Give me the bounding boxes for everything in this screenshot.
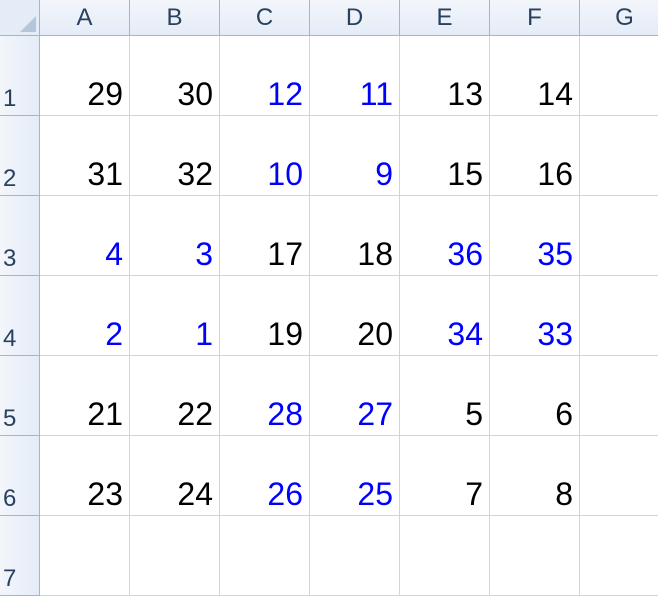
cell-f1[interactable]: 14 <box>490 36 580 116</box>
cell-a2[interactable]: 31 <box>40 116 130 196</box>
cell-e1[interactable]: 13 <box>400 36 490 116</box>
cell-b6[interactable]: 24 <box>130 436 220 516</box>
cell-c4[interactable]: 19 <box>220 276 310 356</box>
cell-d6[interactable]: 25 <box>310 436 400 516</box>
cell-f5[interactable]: 6 <box>490 356 580 436</box>
cell-g4[interactable] <box>580 276 658 356</box>
cell-e4[interactable]: 34 <box>400 276 490 356</box>
column-header-g[interactable]: G <box>580 0 658 36</box>
cell-e2[interactable]: 15 <box>400 116 490 196</box>
select-all-triangle-icon <box>20 16 36 32</box>
cell-f6[interactable]: 8 <box>490 436 580 516</box>
cell-g5[interactable] <box>580 356 658 436</box>
cell-c5[interactable]: 28 <box>220 356 310 436</box>
cell-g7[interactable] <box>580 516 658 596</box>
column-header-b[interactable]: B <box>130 0 220 36</box>
cell-f2[interactable]: 16 <box>490 116 580 196</box>
cell-d7[interactable] <box>310 516 400 596</box>
row-header-7[interactable]: 7 <box>0 516 40 596</box>
cell-d1[interactable]: 11 <box>310 36 400 116</box>
row-header-5[interactable]: 5 <box>0 356 40 436</box>
cell-g6[interactable] <box>580 436 658 516</box>
column-header-e[interactable]: E <box>400 0 490 36</box>
column-header-c[interactable]: C <box>220 0 310 36</box>
row-header-6[interactable]: 6 <box>0 436 40 516</box>
cell-f4[interactable]: 33 <box>490 276 580 356</box>
cell-b1[interactable]: 30 <box>130 36 220 116</box>
cell-a7[interactable] <box>40 516 130 596</box>
cell-c1[interactable]: 12 <box>220 36 310 116</box>
cell-a5[interactable]: 21 <box>40 356 130 436</box>
cell-c2[interactable]: 10 <box>220 116 310 196</box>
cell-c7[interactable] <box>220 516 310 596</box>
column-header-d[interactable]: D <box>310 0 400 36</box>
cell-d3[interactable]: 18 <box>310 196 400 276</box>
cell-b7[interactable] <box>130 516 220 596</box>
cell-a4[interactable]: 2 <box>40 276 130 356</box>
row-header-2[interactable]: 2 <box>0 116 40 196</box>
row-header-4[interactable]: 4 <box>0 276 40 356</box>
cell-f7[interactable] <box>490 516 580 596</box>
cell-e6[interactable]: 7 <box>400 436 490 516</box>
cell-g1[interactable] <box>580 36 658 116</box>
cell-b4[interactable]: 1 <box>130 276 220 356</box>
cell-b2[interactable]: 32 <box>130 116 220 196</box>
cell-b5[interactable]: 22 <box>130 356 220 436</box>
cell-f3[interactable]: 35 <box>490 196 580 276</box>
column-header-f[interactable]: F <box>490 0 580 36</box>
cell-b3[interactable]: 3 <box>130 196 220 276</box>
cell-g2[interactable] <box>580 116 658 196</box>
row-header-3[interactable]: 3 <box>0 196 40 276</box>
cell-c3[interactable]: 17 <box>220 196 310 276</box>
cell-c6[interactable]: 26 <box>220 436 310 516</box>
cell-d2[interactable]: 9 <box>310 116 400 196</box>
cell-d5[interactable]: 27 <box>310 356 400 436</box>
cell-e3[interactable]: 36 <box>400 196 490 276</box>
spreadsheet-grid: A B C D E F G 1 29 30 12 11 13 14 2 31 32 10 9 15 16 3 4 3 17 18 3… <box>0 0 658 596</box>
column-header-a[interactable]: A <box>40 0 130 36</box>
cell-d4[interactable]: 20 <box>310 276 400 356</box>
select-all-corner[interactable] <box>0 0 40 36</box>
cell-g3[interactable] <box>580 196 658 276</box>
cell-a6[interactable]: 23 <box>40 436 130 516</box>
cell-e7[interactable] <box>400 516 490 596</box>
cell-a1[interactable]: 29 <box>40 36 130 116</box>
row-header-1[interactable]: 1 <box>0 36 40 116</box>
cell-e5[interactable]: 5 <box>400 356 490 436</box>
cell-a3[interactable]: 4 <box>40 196 130 276</box>
